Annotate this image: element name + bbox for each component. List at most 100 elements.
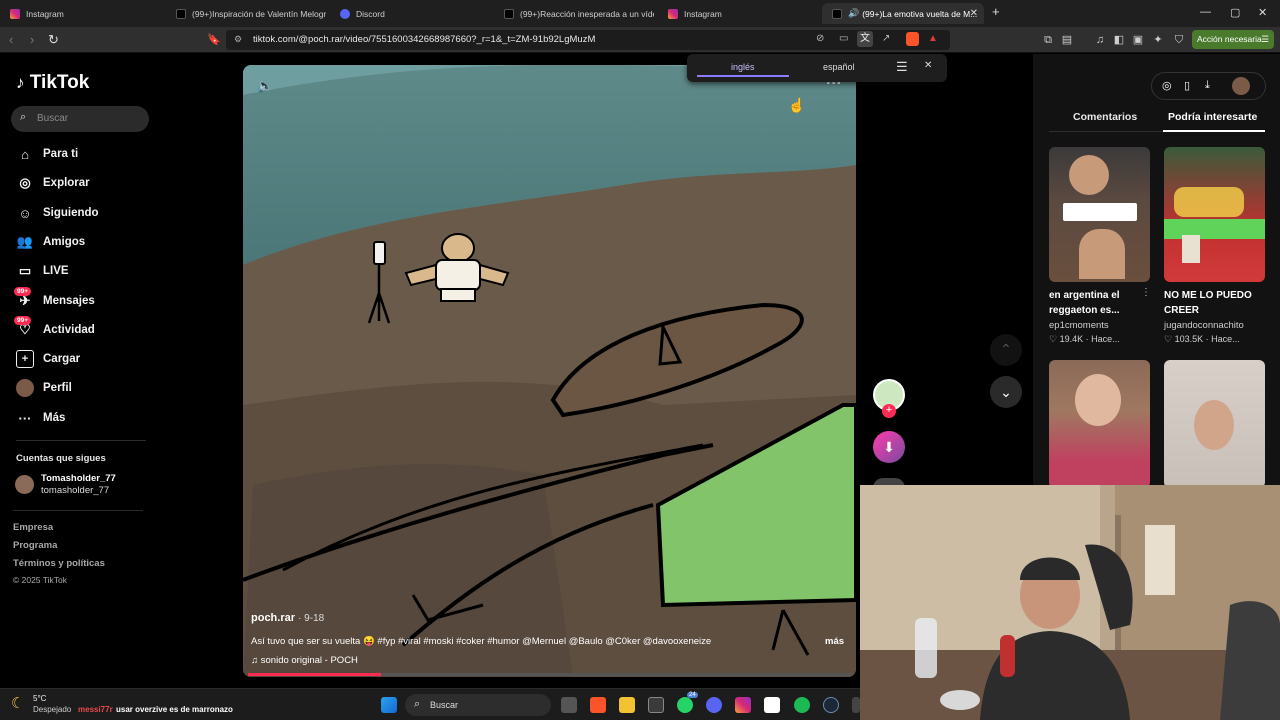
follow-plus-icon[interactable]: + [882, 404, 896, 418]
brave-shield-icon[interactable] [906, 32, 919, 46]
browser-tab[interactable]: Discord [330, 3, 490, 24]
sidebar-icon[interactable]: ◧ [1112, 33, 1126, 47]
brave-icon[interactable] [590, 697, 606, 713]
sidebar-item-label: Perfil [43, 382, 72, 394]
share-icon[interactable]: ↗ [882, 33, 890, 44]
maximize-icon[interactable]: ▢ [1230, 6, 1240, 19]
sidebar-item-actividad[interactable]: ♡ 99+ Actividad [14, 316, 95, 341]
card-title[interactable]: en argentina el reggaeton es... [1049, 288, 1120, 318]
search-placeholder: Buscar [37, 113, 69, 124]
translate-icon[interactable]: 文 [857, 31, 873, 47]
thumbnail-person [1194, 400, 1234, 450]
copyright: © 2025 TikTok [13, 575, 67, 585]
thumbnail-person [1079, 229, 1125, 279]
tiktok-logo[interactable]: ♪ TikTok [16, 72, 89, 94]
browser-tab-active[interactable]: 🔊 (99+)La emotiva vuelta de M... ✕ [822, 3, 984, 24]
video-progress-fill [248, 673, 381, 676]
download-app-icon[interactable]: ⤓ [1205, 79, 1210, 92]
video-player[interactable]: 🔈 ··· poch.rar · 9-18 Así tuvo que ser s… [243, 65, 856, 677]
device-icon[interactable]: ▯ [1184, 79, 1190, 92]
file-explorer-icon[interactable] [619, 697, 635, 713]
sidebar-item-para-ti[interactable]: ⌂ Para ti [16, 143, 78, 165]
action-needed-button[interactable]: Acción necesaria ☰ [1192, 30, 1274, 49]
whatsapp-icon[interactable] [677, 697, 693, 713]
action-needed-label: Acción necesaria [1197, 34, 1262, 44]
tab-comentarios[interactable]: Comentarios [1073, 111, 1137, 123]
more-icon[interactable]: ⋮ [1141, 287, 1151, 298]
source-language-tab[interactable]: inglés [731, 62, 755, 72]
video-thumbnail[interactable] [1164, 147, 1265, 282]
explore-icon[interactable]: ◎ [1162, 79, 1172, 92]
extensions-icon[interactable]: ⧉ [1041, 33, 1055, 47]
card-username[interactable]: ep1cmoments [1049, 320, 1109, 331]
footer-link[interactable]: Empresa [13, 522, 53, 533]
brave-rewards-icon[interactable]: ▲ [928, 33, 938, 44]
video-progress-bar[interactable] [248, 673, 851, 676]
download-icon[interactable]: ⬇ [873, 431, 905, 463]
spotify-icon[interactable] [794, 697, 810, 713]
sidebar-item-amigos[interactable]: 👥 Amigos [16, 231, 85, 253]
video-thumbnail[interactable] [1049, 360, 1150, 488]
media-off-icon[interactable]: ⊘ [816, 33, 824, 44]
caption-more-link[interactable]: más [825, 636, 844, 647]
wallet-icon[interactable]: ▤ [1060, 33, 1074, 47]
sidebar-item-mensajes[interactable]: ✈ 99+ Mensajes [14, 287, 95, 312]
video-author-line[interactable]: poch.rar · 9-18 [251, 612, 324, 624]
task-view-icon[interactable] [561, 697, 577, 713]
app-icon-partial[interactable] [852, 697, 860, 713]
music-icon[interactable]: ♫ [1093, 33, 1107, 47]
scroll-up-icon[interactable]: ⌃ [990, 334, 1022, 366]
sidebar-item-perfil[interactable]: Perfil [16, 377, 72, 399]
forward-icon[interactable]: › [30, 32, 34, 47]
bookmark-icon[interactable]: 🔖 [207, 33, 221, 46]
sidebar-item-cargar[interactable]: + Cargar [16, 348, 80, 370]
video-thumbnail[interactable] [1164, 360, 1265, 488]
author-name[interactable]: poch.rar [251, 612, 295, 624]
sound-name: sonido original - POCH [260, 655, 358, 666]
taskbar-search[interactable]: ⌕ Buscar [405, 694, 551, 716]
translate-menu-icon[interactable]: ☰ [896, 59, 908, 75]
wallet-card-icon[interactable]: ▣ [1131, 33, 1145, 47]
sidebar-item-siguiendo[interactable]: ☺ Siguiendo [16, 202, 98, 224]
sidebar-item-live[interactable]: ▭ LIVE [16, 260, 69, 282]
target-language-tab[interactable]: español [823, 62, 855, 72]
store-icon[interactable] [648, 697, 664, 713]
browser-tab[interactable]: (99+)Inspiración de Valentín Melogr... [166, 3, 326, 24]
scroll-down-icon[interactable]: ⌄ [990, 376, 1022, 408]
messages-icon: ✈ 99+ [14, 287, 34, 310]
avatar[interactable] [1232, 77, 1250, 95]
close-window-icon[interactable]: ✕ [1258, 6, 1267, 19]
windows-start-icon[interactable] [381, 697, 397, 713]
browser-tab[interactable]: (99+)Reacción inesperada a un vídeo... [494, 3, 654, 24]
tab-label: (99+)Reacción inesperada a un vídeo... [520, 8, 654, 19]
site-settings-icon[interactable]: ⚙ [234, 34, 242, 45]
minimize-icon[interactable]: — [1200, 6, 1211, 18]
card-title[interactable]: NO ME LO PUEDO CREER [1164, 288, 1252, 318]
close-tab-icon[interactable]: ✕ [970, 8, 978, 19]
url-field[interactable]: ⚙ tiktok.com/@poch.rar/video/75516003426… [226, 30, 950, 50]
new-tab-button[interactable]: + [992, 4, 1000, 19]
search-input[interactable]: ⌕ Buscar [11, 106, 149, 132]
card-username[interactable]: jugandoconnachito [1164, 320, 1244, 331]
instagram-icon[interactable] [735, 697, 751, 713]
notion-icon[interactable] [764, 697, 780, 713]
footer-link[interactable]: Términos y políticas [13, 558, 105, 569]
sound-line[interactable]: ♫ sonido original - POCH [251, 655, 358, 666]
sidebar-item-mas[interactable]: ··· Más [16, 407, 66, 429]
steam-icon[interactable] [823, 697, 839, 713]
close-icon[interactable]: ✕ [924, 60, 932, 71]
sidebar-item-label: Para ti [43, 148, 79, 160]
back-icon[interactable]: ‹ [9, 32, 13, 47]
cast-icon[interactable]: ▭ [839, 33, 848, 44]
volume-icon[interactable]: 🔈 [257, 78, 273, 94]
leo-ai-icon[interactable]: ✦ [1151, 33, 1165, 47]
discord-icon[interactable] [706, 697, 722, 713]
sidebar-item-explorar[interactable]: ◎ Explorar [16, 172, 89, 194]
vpn-icon[interactable]: ⛉ [1172, 33, 1186, 47]
browser-tab[interactable]: Instagram [0, 3, 168, 24]
browser-tab[interactable]: Instagram [658, 3, 818, 24]
footer-link[interactable]: Programa [13, 540, 57, 551]
tab-podria-interesarte[interactable]: Podría interesarte [1168, 111, 1257, 123]
video-thumbnail[interactable] [1049, 147, 1150, 282]
reload-icon[interactable]: ↻ [48, 32, 59, 48]
